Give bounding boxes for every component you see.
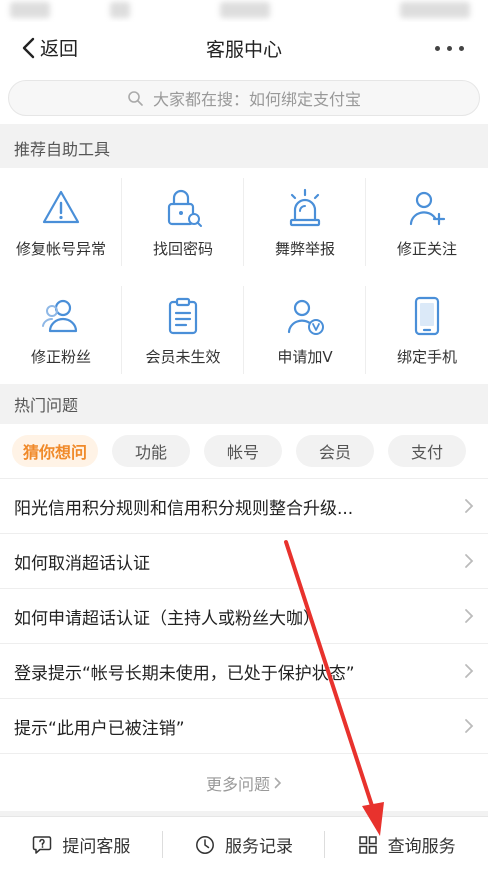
more-questions-link[interactable]: 更多问题: [0, 753, 488, 811]
more-dots-icon[interactable]: [435, 36, 464, 60]
bottom-bar: 提问客服 服务记录 查询服务: [0, 816, 488, 872]
search-input[interactable]: 大家都在搜：如何绑定支付宝: [8, 80, 480, 116]
tool-fix-account[interactable]: 修复帐号异常: [0, 168, 122, 276]
tool-label: 找回密码: [152, 239, 213, 258]
chip-guess[interactable]: 猜你想问: [12, 435, 98, 467]
service-record-button[interactable]: 服务记录: [163, 817, 326, 872]
question-text: 如何取消超话认证: [14, 553, 150, 574]
chevron-right-icon: [465, 719, 474, 733]
warning-icon: [42, 190, 80, 223]
question-item[interactable]: 如何申请超话认证（主持人或粉丝大咖）: [0, 588, 488, 643]
question-text: 提示“此用户已被注销”: [14, 718, 185, 739]
tool-fix-following[interactable]: 修正关注: [366, 168, 488, 276]
user-add-icon: [409, 191, 446, 225]
clipboard-icon: [168, 297, 198, 334]
tools-section-title: 推荐自助工具: [0, 128, 488, 168]
tool-label: 修正关注: [396, 239, 457, 258]
chevron-right-icon: [465, 499, 474, 513]
tool-label: 修复帐号异常: [15, 239, 106, 258]
search-container: 大家都在搜：如何绑定支付宝: [0, 74, 488, 124]
hot-section-title: 热门问题: [0, 384, 488, 424]
tool-apply-verification[interactable]: 申请加V: [244, 276, 366, 384]
question-list: 阳光信用积分规则和信用积分规则整合升级... 如何取消超话认证 如何申请超话认证…: [0, 478, 488, 811]
tool-bind-phone[interactable]: 绑定手机: [366, 276, 488, 384]
chevron-right-icon: [465, 554, 474, 568]
more-questions-label: 更多问题: [205, 774, 270, 794]
tools-grid: 修复帐号异常 找回密码 舞弊举报 修正关注 修正粉丝 会员未生效 申请加V 绑定…: [0, 168, 488, 384]
tool-label: 舞弊举报: [274, 239, 335, 258]
lock-search-icon: [167, 189, 202, 227]
tool-recover-password[interactable]: 找回密码: [122, 168, 244, 276]
user-verified-icon: [287, 299, 324, 335]
service-record-label: 服务记录: [225, 837, 293, 857]
tool-label: 绑定手机: [396, 347, 457, 366]
question-item[interactable]: 阳光信用积分规则和信用积分规则整合升级...: [0, 478, 488, 533]
chevron-right-icon: [465, 609, 474, 623]
nav-bar: 返回 客服中心: [0, 22, 488, 74]
question-text: 阳光信用积分规则和信用积分规则整合升级...: [14, 498, 354, 519]
tool-label: 会员未生效: [145, 347, 221, 366]
question-item[interactable]: 提示“此用户已被注销”: [0, 698, 488, 753]
chip-membership[interactable]: 会员: [296, 435, 374, 467]
ask-service-label: 提问客服: [62, 837, 131, 857]
grid-icon: [358, 835, 377, 854]
tool-report-fraud[interactable]: 舞弊举报: [244, 168, 366, 276]
users-icon: [42, 299, 78, 332]
phone-icon: [414, 296, 440, 335]
chip-payment[interactable]: 支付: [388, 435, 466, 467]
question-text: 登录提示“帐号长期未使用，已处于保护状态”: [14, 663, 355, 684]
search-placeholder: 大家都在搜：如何绑定支付宝: [152, 90, 361, 109]
alarm-light-icon: [289, 188, 321, 226]
ask-service-button[interactable]: 提问客服: [0, 817, 163, 872]
tool-fix-fans[interactable]: 修正粉丝: [0, 276, 122, 384]
tool-label: 修正粉丝: [30, 347, 91, 366]
question-item[interactable]: 如何取消超话认证: [0, 533, 488, 588]
status-bar: [0, 0, 488, 22]
chip-function[interactable]: 功能: [112, 435, 190, 467]
search-icon: [128, 91, 143, 106]
chevron-right-icon: [465, 664, 474, 678]
query-service-label: 查询服务: [387, 837, 456, 857]
question-text: 如何申请超话认证（主持人或粉丝大咖）: [14, 608, 320, 629]
tool-label: 申请加V: [277, 347, 333, 366]
clock-icon: [196, 835, 214, 854]
tool-membership-inactive[interactable]: 会员未生效: [122, 276, 244, 384]
query-service-button[interactable]: 查询服务: [325, 817, 488, 872]
category-chips: 猜你想问 功能 帐号 会员 支付: [0, 424, 488, 478]
chip-account[interactable]: 帐号: [204, 435, 282, 467]
question-bubble-icon: [33, 835, 52, 854]
page-title: 客服中心: [205, 39, 282, 61]
question-item[interactable]: 登录提示“帐号长期未使用，已处于保护状态”: [0, 643, 488, 698]
chevron-right-icon: [274, 777, 282, 788]
